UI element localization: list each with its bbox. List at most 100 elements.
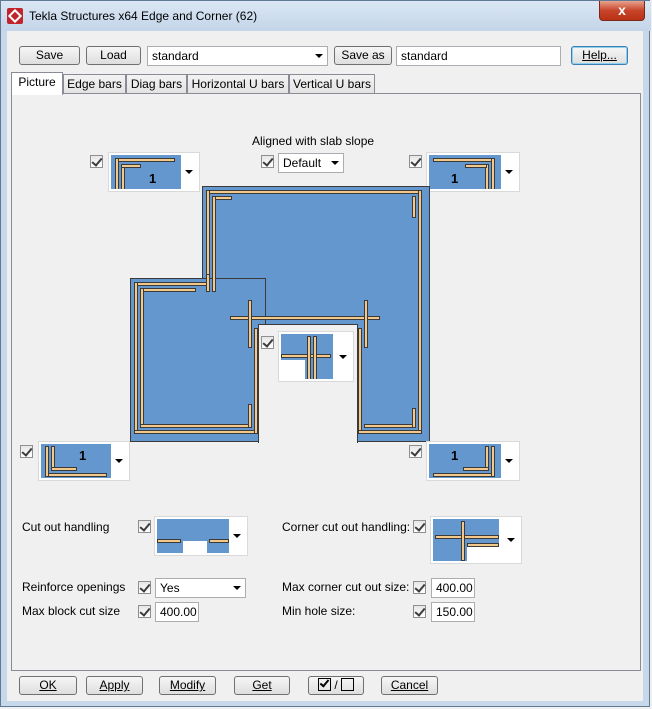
corner-cut-out-handling-picker[interactable] (430, 516, 522, 564)
preset-select[interactable]: standard (147, 46, 328, 66)
corner-bar (248, 404, 252, 428)
bar-shape (281, 354, 331, 358)
bar-shape (435, 535, 499, 539)
bar-shape (121, 164, 141, 168)
aligned-with-slab-slope-label: Aligned with slab slope (252, 134, 375, 148)
cancel-button[interactable]: Cancel (381, 676, 438, 695)
reinforce-openings-value: Yes (160, 581, 180, 595)
cut-out-handling-picker[interactable] (154, 516, 248, 556)
tab-vertical-u-bars[interactable]: Vertical U bars (289, 74, 375, 94)
corner-bar (212, 196, 216, 292)
aligned-select[interactable]: Default (278, 153, 344, 173)
left-top-edge-bar (134, 282, 210, 286)
save-as-name-input[interactable]: standard (396, 46, 561, 66)
min-hole-size-input[interactable]: 150.00 (431, 602, 475, 622)
toggle-all-checkboxes-button[interactable]: / (308, 676, 364, 695)
min-hole-size-label: Min hole size: (282, 604, 356, 618)
max-corner-cut-out-size-label: Max corner cut out size: (282, 580, 410, 594)
bar-shape (467, 543, 499, 547)
bar-shape (45, 473, 107, 477)
chevron-down-icon (315, 54, 323, 58)
load-button[interactable]: Load (86, 46, 141, 65)
right-edge-bar (418, 190, 422, 434)
ok-button[interactable]: OK (19, 676, 77, 695)
max-block-cut-size-label: Max block cut size (22, 604, 121, 618)
bar-shape (209, 539, 229, 543)
chevron-down-icon (505, 170, 513, 174)
close-button[interactable]: x (599, 1, 645, 21)
bar-shape (491, 446, 495, 477)
corner-cut-out-handling-image (433, 519, 503, 561)
bottom-left-corner-checkbox[interactable] (20, 445, 33, 458)
title-bar[interactable]: Tekla Structures x64 Edge and Corner (62… (1, 1, 651, 31)
checked-box-icon (317, 677, 331, 691)
bottom-right-corner-checkbox[interactable] (409, 445, 422, 458)
opening-checkbox[interactable] (261, 336, 274, 349)
corner-bar (140, 288, 144, 428)
picture-tab-panel: Aligned with slab slope Default 1 1 1 1 … (11, 93, 641, 671)
opening-left-bar (248, 300, 252, 348)
unchecked-box-icon (341, 678, 355, 691)
top-left-corner-checkbox[interactable] (90, 155, 103, 168)
bottom-right-corner-image: 1 (429, 444, 501, 478)
ok-button-label: OK (39, 678, 57, 692)
tab-picture[interactable]: Picture (11, 72, 63, 95)
picture-number: 1 (79, 448, 87, 463)
corner-bar (412, 196, 416, 218)
top-right-corner-image: 1 (429, 155, 501, 189)
get-button[interactable]: Get (234, 676, 290, 695)
aligned-select-value: Default (283, 156, 322, 170)
dialog-window: Tekla Structures x64 Edge and Corner (62… (0, 0, 651, 707)
left-edge-bar (134, 282, 138, 434)
modify-button-label: Modify (169, 678, 206, 692)
apply-button[interactable]: Apply (86, 676, 143, 695)
bar-shape (115, 158, 119, 189)
toggle-separator: / (334, 678, 338, 692)
bar-shape (491, 158, 495, 189)
picture-number: 1 (451, 448, 459, 463)
modify-button[interactable]: Modify (159, 676, 216, 695)
save-as-button[interactable]: Save as (334, 46, 392, 65)
reinforce-openings-checkbox[interactable] (138, 581, 151, 594)
tab-horizontal-u-bars[interactable]: Horizontal U bars (187, 74, 289, 94)
reinforce-openings-select[interactable]: Yes (155, 578, 246, 598)
tekla-app-icon (7, 8, 23, 24)
tab-diag-bars[interactable]: Diag bars (126, 74, 187, 94)
slab-diagram (130, 186, 430, 443)
bar-shape (51, 467, 77, 471)
corner-cut-out-handling-checkbox[interactable] (413, 520, 426, 533)
opening-corner-picker[interactable] (278, 331, 354, 382)
min-hole-size-checkbox[interactable] (413, 605, 426, 618)
reinforce-openings-label: Reinforce openings (22, 580, 126, 594)
cancel-button-label: Cancel (390, 678, 429, 692)
chevron-down-icon (339, 354, 347, 359)
chevron-down-icon (507, 538, 515, 542)
max-block-cut-size-checkbox[interactable] (138, 605, 151, 618)
top-right-corner-picker[interactable]: 1 (426, 152, 520, 192)
bottom-left-edge-bar (134, 430, 258, 434)
cut-out-handling-checkbox[interactable] (138, 520, 151, 533)
max-corner-cut-out-size-checkbox[interactable] (413, 581, 426, 594)
apply-button-label: Apply (99, 678, 130, 692)
bottom-right-corner-picker[interactable]: 1 (426, 441, 520, 481)
aligned-checkbox[interactable] (261, 155, 274, 168)
bar-shape (463, 467, 489, 471)
picture-number: 1 (451, 171, 459, 186)
help-button[interactable]: Help... (571, 46, 628, 65)
save-button[interactable]: Save (19, 46, 80, 65)
tab-edge-bars[interactable]: Edge bars (63, 74, 126, 94)
corner-bar (140, 424, 252, 428)
bottom-right-edge-bar (358, 430, 422, 434)
max-corner-cut-out-size-input[interactable]: 400.00 (431, 578, 475, 598)
cut-out-handling-image (157, 519, 229, 553)
corner-bar (412, 408, 416, 428)
help-button-label: Help... (582, 48, 617, 62)
bottom-left-corner-picker[interactable]: 1 (38, 441, 130, 481)
cut-out-handling-label: Cut out handling (22, 520, 110, 534)
bottom-left-corner-image: 1 (41, 444, 111, 478)
bar-shape (45, 446, 49, 477)
chevron-down-icon (331, 161, 339, 165)
bar-shape (157, 539, 181, 543)
top-right-corner-checkbox[interactable] (409, 155, 422, 168)
max-block-cut-size-input[interactable]: 400.00 (155, 602, 199, 622)
